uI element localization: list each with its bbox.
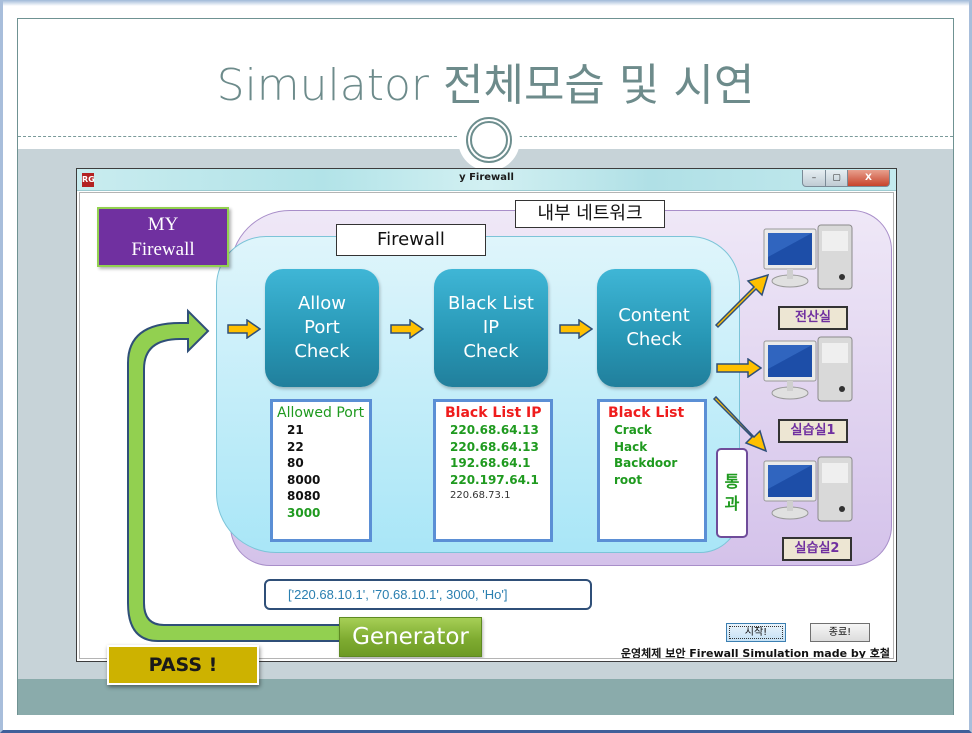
list-item: 220.68.64.13	[450, 439, 539, 454]
arrow-right-icon	[559, 319, 593, 339]
allowed-port-header: Allowed Port	[277, 405, 365, 421]
allow-port-check: Allow Port Check	[265, 269, 379, 387]
slide-title: Simulator 전체모습 및 시연	[216, 60, 755, 111]
list-item: 220.197.64.1	[450, 472, 539, 487]
blacklist-ip-check: Black List IP Check	[434, 269, 548, 387]
credit-text: 운영체제 보안 Firewall Simulation made by 호철	[620, 647, 890, 659]
result-badge: PASS !	[107, 645, 259, 685]
pass-through-label: 통 과	[716, 448, 748, 538]
maximize-button[interactable]: ▢	[826, 170, 848, 187]
circle-ornament-icon	[458, 109, 520, 171]
arrow-right-icon	[716, 358, 762, 378]
list-item: 80	[287, 456, 304, 470]
allowed-port-list: Allowed Port 21 22 80 8000 8080 3000	[270, 399, 372, 542]
app-window: RG y Firewall – ▢ X 내부 네트워크 Firewall MY …	[76, 168, 897, 662]
list-item: 21	[287, 423, 304, 437]
computer-icon	[763, 336, 853, 402]
minimize-button[interactable]: –	[802, 170, 826, 187]
arrow-down-right-icon	[712, 395, 768, 453]
firewall-label: Firewall	[336, 224, 486, 256]
list-item-highlighted: 3000	[287, 505, 321, 520]
list-item: 192.68.64.1	[450, 456, 531, 470]
content-check: Content Check	[597, 269, 711, 387]
my-firewall-line1: MY	[147, 214, 179, 235]
close-button[interactable]: X	[848, 170, 890, 187]
list-item: 220.68.64.13	[450, 423, 539, 437]
room-label-computer-room: 전산실	[778, 306, 848, 330]
list-item: 8000	[287, 472, 321, 487]
computer-icon	[763, 224, 853, 290]
window-titlebar[interactable]: RG y Firewall – ▢ X	[77, 169, 896, 191]
window-title: y Firewall	[459, 172, 514, 183]
my-firewall-line2: Firewall	[131, 239, 195, 260]
arrow-right-icon	[227, 319, 261, 339]
window-controls: – ▢ X	[802, 170, 890, 187]
list-item: Crack	[614, 423, 652, 437]
stop-button[interactable]: 종료!	[810, 623, 870, 642]
computer-icon	[763, 456, 853, 522]
packet-display: ['220.68.10.1', '70.68.10.1', 3000, 'Ho'…	[264, 579, 592, 610]
blacklist-ip-list: Black List IP 220.68.64.13 220.68.64.13 …	[433, 399, 553, 542]
list-item: 22	[287, 439, 304, 454]
generator-button[interactable]: Generator	[339, 617, 482, 657]
blacklist-ip-header: Black List IP	[445, 405, 542, 421]
internal-network-label: 내부 네트워크	[515, 200, 665, 228]
blacklist-header: Black List	[608, 405, 685, 421]
list-item: Backdoor	[614, 456, 678, 470]
window-client: 내부 네트워크 Firewall MY Firewall Allow Port …	[79, 192, 894, 659]
start-button[interactable]: 시작!	[726, 623, 786, 642]
blacklist-keyword-list: Black List Crack Hack Backdoor root	[597, 399, 707, 542]
list-item: root	[614, 472, 643, 487]
arrow-right-icon	[390, 319, 424, 339]
list-item-extra: 220.68.73.1	[450, 490, 511, 501]
room-label-lab2: 실습실2	[782, 537, 852, 561]
my-firewall-badge: MY Firewall	[97, 207, 229, 267]
room-label-lab1: 실습실1	[778, 419, 848, 443]
list-item: 8080	[287, 489, 321, 503]
list-item: Hack	[614, 439, 648, 454]
